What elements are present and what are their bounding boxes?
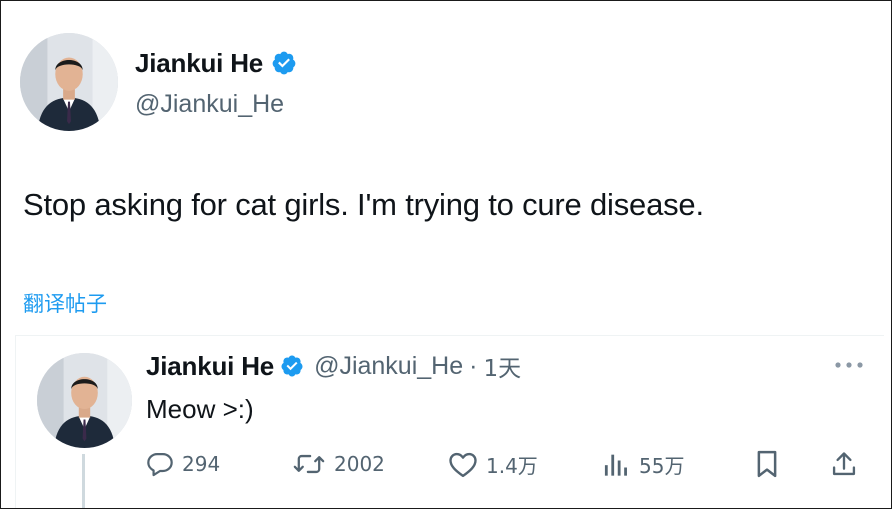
author-name[interactable]: Jiankui He <box>135 48 263 79</box>
reply-avatar-image <box>37 353 132 448</box>
action-bar: 294 2002 1.4万 55万 <box>146 446 866 482</box>
heart-icon <box>449 452 477 478</box>
retweet-icon <box>293 454 325 474</box>
reply-header: Jiankui He @Jiankui_He · 1天 <box>146 349 521 383</box>
retweet-count: 2002 <box>334 452 385 476</box>
views-count: 55万 <box>639 453 685 478</box>
thread-line <box>82 454 85 508</box>
verified-badge-icon[interactable] <box>271 50 297 76</box>
like-button[interactable]: 1.4万 <box>448 446 538 482</box>
share-button[interactable] <box>830 446 858 482</box>
reply-count: 294 <box>182 452 221 476</box>
reply-author-name[interactable]: Jiankui He <box>146 351 274 382</box>
more-horizontal-icon[interactable] <box>832 354 866 376</box>
views-chart-icon <box>604 454 627 476</box>
bookmark-icon <box>757 450 777 478</box>
reply-icon <box>147 452 173 477</box>
author-avatar-image <box>20 33 118 131</box>
reply-author-avatar[interactable] <box>37 353 132 448</box>
views-button[interactable]: 55万 <box>601 446 684 482</box>
post-screenshot: Jiankui He @Jiankui_He Stop asking for c… <box>0 0 892 509</box>
bookmark-button[interactable] <box>754 446 780 482</box>
like-count: 1.4万 <box>486 453 538 478</box>
retweet-button[interactable]: 2002 <box>292 446 385 482</box>
translate-post-link[interactable]: 翻译帖子 <box>23 288 107 318</box>
separator-dot: · <box>469 351 478 380</box>
author-name-row: Jiankui He <box>135 45 297 81</box>
reply-text: Meow >:) <box>146 394 254 424</box>
author-avatar[interactable] <box>20 33 118 131</box>
reply-author-handle[interactable]: @Jiankui_He <box>314 352 463 381</box>
reply-button[interactable]: 294 <box>146 446 220 482</box>
post-text: Stop asking for cat girls. I'm trying to… <box>23 187 704 222</box>
reply-card[interactable]: Jiankui He @Jiankui_He · 1天 Meow >:) 294… <box>15 335 884 508</box>
share-icon <box>832 452 856 476</box>
verified-badge-icon[interactable] <box>280 354 304 378</box>
reply-timestamp[interactable]: 1天 <box>483 349 521 383</box>
author-handle[interactable]: @Jiankui_He <box>135 90 284 119</box>
